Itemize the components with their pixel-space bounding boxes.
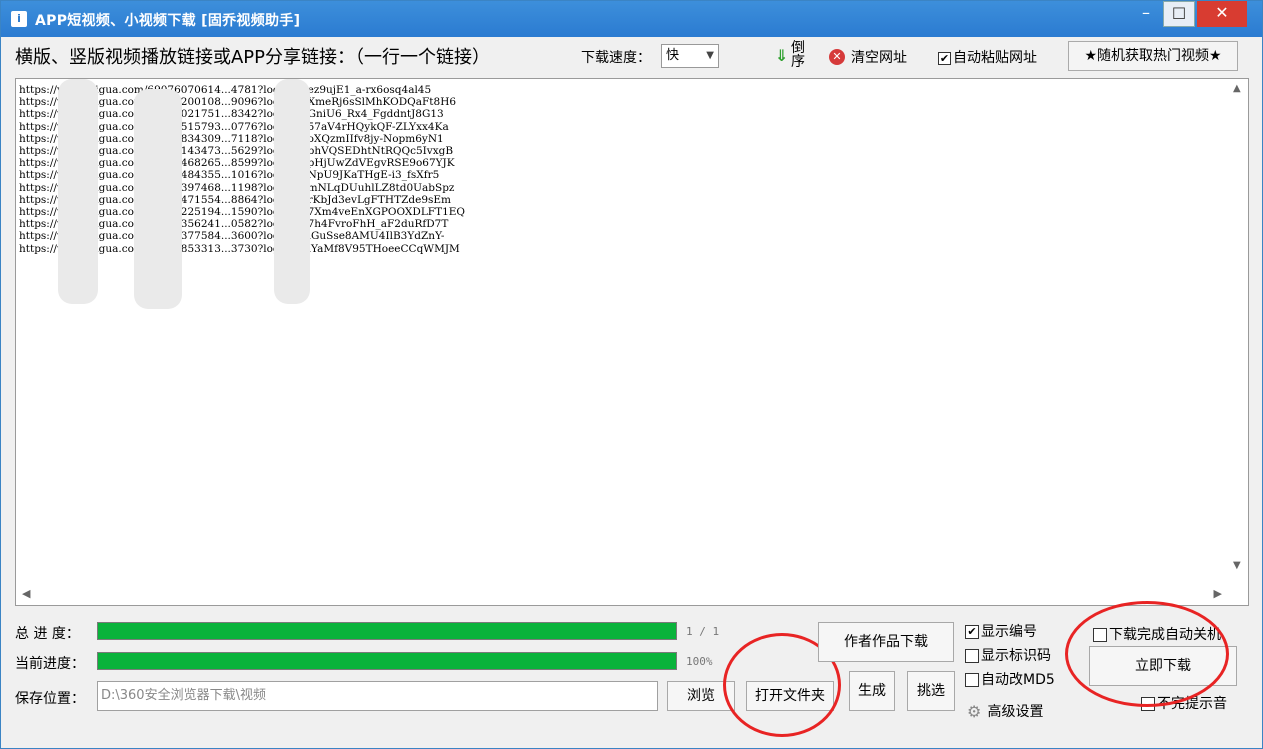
advanced-settings-button[interactable]: ⚙ 高级设置 [967,701,1043,721]
speed-label: 下载速度： [581,50,651,66]
author-works-download-button[interactable]: 作者作品下载 [818,622,954,662]
current-progress-bar [97,652,677,670]
current-progress-text: 100% [686,655,713,668]
clear-urls-button[interactable]: ✕ 清空网址 [829,47,907,67]
blur-overlay [58,79,98,304]
auto-md5-check-icon [965,673,979,687]
highlight-circle [1065,601,1229,707]
show-number-check-icon: ✔ [965,625,979,639]
gear-icon: ⚙ [967,702,982,721]
auto-md5-checkbox[interactable]: 自动改MD5 [965,669,1055,689]
show-id-label: 显示标识码 [981,648,1051,664]
speed-select[interactable]: 快 ▼ [661,44,719,68]
show-id-checkbox[interactable]: 显示标识码 [965,645,1051,665]
app-icon: i [11,11,27,27]
total-progress-label: 总 进 度： [15,626,80,642]
total-progress-text: 1 / 1 [686,625,720,638]
close-circle-icon: ✕ [829,49,845,65]
show-id-check-icon [965,649,979,663]
reverse-order-button[interactable]: ⇓ 倒序 [775,41,811,73]
clear-urls-label: 清空网址 [851,50,907,66]
auto-paste-label: 自动粘贴网址 [953,50,1037,66]
total-progress-fill [98,623,676,639]
links-textarea[interactable]: https://www.ixigua.com/69076070614...478… [15,78,1249,606]
generate-button[interactable]: 生成 [849,671,895,711]
scroll-down-icon[interactable]: ▼ [1233,560,1241,571]
random-hot-videos-button[interactable]: ★随机获取热门视频★ [1068,41,1238,71]
scroll-right-icon[interactable]: ▶ [1214,587,1222,600]
auto-paste-checkbox[interactable]: ✔ 自动粘贴网址 [938,47,1037,67]
auto-md5-label: 自动改MD5 [981,672,1055,688]
chevron-down-icon: ▼ [706,50,714,61]
blur-overlay [134,89,182,309]
auto-paste-check-icon: ✔ [938,51,951,65]
speed-value: 快 [666,48,680,63]
show-number-checkbox[interactable]: ✔ 显示编号 [965,621,1037,641]
reverse-label: 倒序 [791,40,805,70]
app-window: i APP短视频、小视频下载 [固乔视频助手] – ☐ ✕ 横版、竖版视频播放链… [0,0,1263,749]
links-instruction: 横版、竖版视频播放链接或APP分享链接：（一行一个链接） [15,47,491,68]
current-progress-fill [98,653,676,669]
vertical-scrollbar[interactable]: ▲ ▼ [1228,79,1248,585]
total-progress-bar [97,622,677,640]
close-button[interactable]: ✕ [1197,1,1247,27]
pick-button[interactable]: 挑选 [907,671,955,711]
scroll-left-icon[interactable]: ◀ [22,587,30,600]
save-location-label: 保存位置： [15,691,85,707]
arrow-down-icon: ⇓ [775,46,789,65]
blur-overlay [274,79,310,304]
advanced-settings-label: 高级设置 [987,704,1044,720]
horizontal-scrollbar[interactable]: ◀ ▶ [16,583,1248,605]
window-title: APP短视频、小视频下载 [固乔视频助手] [35,13,301,29]
maximize-button[interactable]: ☐ [1163,1,1195,27]
current-progress-label: 当前进度： [15,656,85,672]
save-path-input[interactable]: D:\360安全浏览器下载\视频 [97,681,658,711]
show-number-label: 显示编号 [981,624,1037,640]
scroll-up-icon[interactable]: ▲ [1233,83,1241,94]
title-bar[interactable]: i APP短视频、小视频下载 [固乔视频助手] – ☐ ✕ [1,1,1262,37]
minimize-button[interactable]: – [1131,1,1161,27]
